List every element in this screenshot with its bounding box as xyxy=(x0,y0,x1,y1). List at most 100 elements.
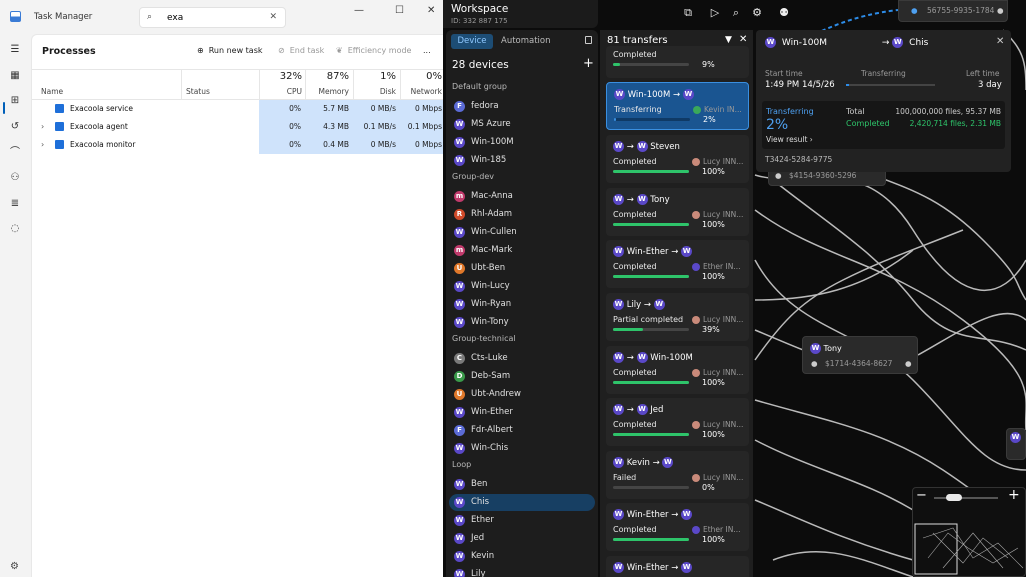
device-item[interactable]: F Fdr-Albert xyxy=(449,422,595,439)
group-header[interactable]: Loop xyxy=(452,460,471,469)
network-value: 0 Mbps xyxy=(414,104,442,113)
search-box[interactable]: ⌕ exa ✕ xyxy=(139,7,286,28)
device-item[interactable]: Ffedora xyxy=(449,98,595,115)
transfer-card[interactable]: Completed 9% xyxy=(606,46,749,78)
add-device-icon[interactable]: + xyxy=(583,56,594,71)
device-item[interactable]: m Mac-Mark xyxy=(449,242,595,259)
tab-automation[interactable]: Automation xyxy=(501,36,551,46)
play-icon[interactable]: ▷ xyxy=(708,6,722,20)
maximize-icon[interactable]: ☐ xyxy=(395,5,404,16)
device-item[interactable]: W Win-Cullen xyxy=(449,224,595,241)
device-item[interactable]: W Ben xyxy=(449,476,595,493)
transfer-progress-bar xyxy=(613,486,689,489)
run-new-task-button[interactable]: ⊕ Run new task xyxy=(197,46,263,55)
graph-node[interactable]: ● 56755-9935-1784 ● xyxy=(898,0,1008,22)
table-row[interactable]: › Exacoola agent 0% 4.3 MB 0.1 MB/s 0.1 … xyxy=(32,118,444,136)
column-cpu[interactable]: CPU xyxy=(268,87,302,96)
transfer-percent: 0% xyxy=(702,483,715,492)
transfer-route: W Win-100M → W xyxy=(614,89,694,100)
expand-chevron-icon[interactable]: › xyxy=(41,122,44,131)
device-item[interactable]: W Ether xyxy=(449,512,595,529)
details-icon[interactable]: ≣ xyxy=(9,198,21,210)
tab-device[interactable]: Device xyxy=(451,34,493,49)
device-item[interactable]: W Win-Tony xyxy=(449,314,595,331)
view-result-link[interactable]: View result › xyxy=(766,135,813,144)
remote-icon[interactable]: ⧉ xyxy=(681,6,695,20)
device-item[interactable]: W Jed xyxy=(449,530,595,547)
transfer-card[interactable]: W Win-Ether → W Completed Ether IN... 100% xyxy=(606,240,749,288)
column-disk[interactable]: Disk xyxy=(362,87,396,96)
close-icon[interactable]: ✕ xyxy=(739,34,747,45)
group-header[interactable]: Default group xyxy=(452,82,507,91)
graph-node[interactable]: W xyxy=(1006,428,1026,460)
end-task-button[interactable]: ⊘ End task xyxy=(278,46,324,55)
history-icon[interactable]: ↺ xyxy=(9,121,21,133)
device-item[interactable]: C Cts-Luke xyxy=(449,350,595,367)
transfer-card[interactable]: W Lily → W Partial completed Lucy INN... 3… xyxy=(606,293,749,341)
graph-node-tony[interactable]: W Tony ● $1714-4364-8627 ● xyxy=(802,336,918,374)
device-name: MS Azure xyxy=(471,119,511,129)
hamburger-icon[interactable]: ☰ xyxy=(9,44,21,56)
transfer-card[interactable]: W → W Tony Completed Lucy INN... 100% xyxy=(606,188,749,236)
device-item[interactable]: W Win-100M xyxy=(449,134,595,151)
transfer-card[interactable]: W Win-100M → W Transferring Kevin IN... 2% xyxy=(606,82,749,130)
close-icon[interactable]: ✕ xyxy=(427,5,435,16)
transfer-card[interactable]: W → W Win-100M Completed Lucy INN... 100% xyxy=(606,346,749,394)
panel-toggle-icon[interactable] xyxy=(585,36,592,44)
transfer-percent: 100% xyxy=(702,378,725,387)
device-item[interactable]: W MS Azure xyxy=(449,116,595,133)
group-header[interactable]: Group-dev xyxy=(452,172,494,181)
transfer-card[interactable]: W → W Jed Completed Lucy INN... 100% xyxy=(606,398,749,446)
device-item[interactable]: W Kevin xyxy=(449,548,595,565)
column-status[interactable]: Status xyxy=(186,87,210,96)
device-item[interactable]: W Win-Ether xyxy=(449,404,595,421)
device-item[interactable]: m Mac-Anna xyxy=(449,188,595,205)
processes-icon[interactable]: ▦ xyxy=(9,70,21,82)
workspace-title[interactable]: Workspace xyxy=(451,3,508,15)
device-item[interactable]: D Deb-Sam xyxy=(449,368,595,385)
zoom-out-icon[interactable]: − xyxy=(916,488,927,503)
device-item[interactable]: R Rhl-Adam xyxy=(449,206,595,223)
from-device: Kevin xyxy=(626,458,650,468)
table-row[interactable]: › Exacoola monitor 0% 0.4 MB 0 MB/s 0 Mb… xyxy=(32,136,444,154)
device-item[interactable]: U Ubt-Ben xyxy=(449,260,595,277)
performance-icon[interactable]: ⊞ xyxy=(9,95,21,107)
user-avatar xyxy=(692,211,700,219)
device-item[interactable]: W Chis xyxy=(449,494,595,511)
transfer-card[interactable]: W → W Steven Completed Lucy INN... 100% xyxy=(606,135,749,183)
windows-avatar-icon: W xyxy=(613,457,624,468)
zoom-handle[interactable] xyxy=(946,494,962,501)
close-icon[interactable]: ✕ xyxy=(996,36,1004,47)
settings-icon[interactable]: ⚙ xyxy=(750,6,764,20)
device-item[interactable]: U Ubt-Andrew xyxy=(449,386,595,403)
device-item[interactable]: W Win-185 xyxy=(449,152,595,169)
transfer-card[interactable]: W Kevin → W Failed Lucy INN... 0% xyxy=(606,451,749,499)
table-row[interactable]: Exacoola service 0% 5.7 MB 0 MB/s 0 Mbps xyxy=(32,100,444,118)
transfer-progress-bar xyxy=(613,538,689,541)
column-memory[interactable]: Memory xyxy=(307,87,349,96)
transfer-card[interactable]: W Win-Ether → W Completed Ether IN... 100% xyxy=(606,503,749,551)
device-item[interactable]: W Lily xyxy=(449,566,595,577)
column-network[interactable]: Network xyxy=(402,87,442,96)
group-header[interactable]: Group-technical xyxy=(452,334,516,343)
settings-icon[interactable]: ⚙ xyxy=(10,561,19,572)
device-item[interactable]: W Win-Lucy xyxy=(449,278,595,295)
device-item[interactable]: W Win-Chis xyxy=(449,440,595,457)
minimize-icon[interactable]: — xyxy=(354,5,364,16)
filter-icon[interactable]: ▼ xyxy=(725,35,732,45)
account-icon[interactable]: ⚉ xyxy=(777,6,791,20)
zoom-slider[interactable] xyxy=(934,497,998,499)
efficiency-mode-button[interactable]: ❦ Efficiency mode xyxy=(336,46,411,55)
more-options-button[interactable]: ... xyxy=(423,46,431,55)
users-icon[interactable]: ⚇ xyxy=(9,172,21,184)
column-name[interactable]: Name xyxy=(41,87,63,96)
startup-icon[interactable]: ⌒ xyxy=(9,147,21,159)
services-icon[interactable]: ◌ xyxy=(9,223,21,235)
search-input[interactable]: exa xyxy=(167,13,183,23)
clear-search-icon[interactable]: ✕ xyxy=(269,12,277,22)
zoom-in-icon[interactable]: + xyxy=(1008,487,1020,503)
expand-chevron-icon[interactable]: › xyxy=(41,140,44,149)
device-item[interactable]: W Win-Ryan xyxy=(449,296,595,313)
transfer-card[interactable]: W Win-Ether → W xyxy=(606,556,749,577)
search-icon[interactable]: ⌕ xyxy=(729,6,743,20)
